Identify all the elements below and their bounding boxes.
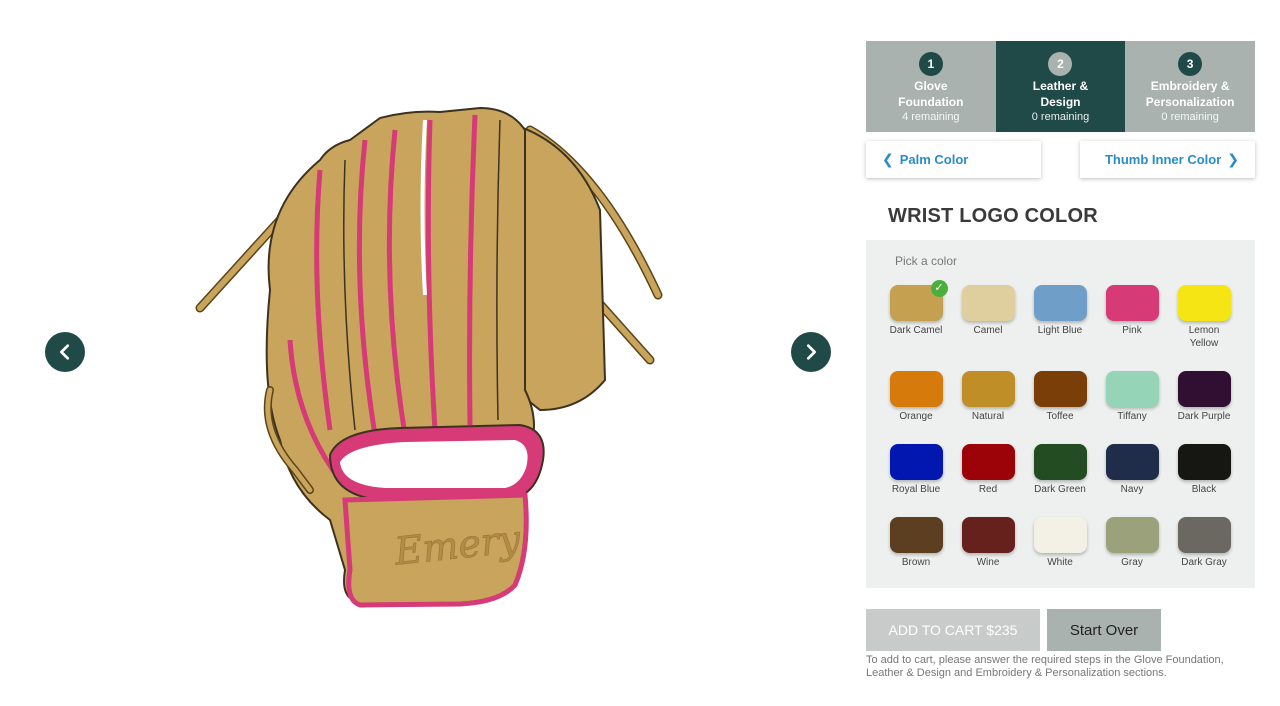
color-chip bbox=[889, 371, 943, 407]
checkmark-icon: ✓ bbox=[930, 280, 948, 297]
color-name: Dark Green bbox=[1034, 484, 1086, 495]
step-title-line1: Leather & bbox=[1032, 79, 1089, 93]
section-title: WRIST LOGO COLOR bbox=[888, 205, 1098, 227]
color-swatch[interactable]: Pink bbox=[1096, 285, 1168, 371]
color-swatch[interactable]: Black bbox=[1168, 444, 1240, 517]
color-chip bbox=[961, 285, 1015, 321]
color-chip bbox=[1033, 517, 1087, 553]
option-subnav: ❮ Palm Color Thumb Inner Color ❯ bbox=[866, 141, 1255, 178]
color-name: Brown bbox=[901, 557, 931, 568]
color-chip bbox=[1177, 285, 1231, 321]
color-swatch[interactable]: Dark Gray bbox=[1168, 517, 1240, 590]
customizer-panel: 1 Glove Foundation 4 remaining 2 Leather… bbox=[866, 41, 1255, 680]
step-title-line2: Design bbox=[1040, 95, 1081, 109]
color-name: Orange bbox=[899, 411, 933, 422]
tab-glove-foundation[interactable]: 1 Glove Foundation 4 remaining bbox=[866, 41, 996, 132]
color-name: Red bbox=[978, 484, 998, 495]
color-swatch[interactable]: Red bbox=[952, 444, 1024, 517]
color-name: Navy bbox=[1120, 484, 1144, 495]
color-swatch[interactable]: ✓ Dark Camel bbox=[880, 280, 952, 371]
color-name: Royal Blue bbox=[891, 484, 941, 495]
color-name: Natural bbox=[971, 411, 1005, 422]
step-title-line2: Foundation bbox=[898, 95, 964, 109]
color-chip bbox=[1033, 285, 1087, 321]
color-chip bbox=[961, 371, 1015, 407]
chevron-left-icon bbox=[60, 344, 70, 360]
color-chip bbox=[1105, 285, 1159, 321]
step-number: 2 bbox=[1048, 52, 1073, 76]
chevron-right-icon bbox=[806, 344, 816, 360]
color-chip bbox=[1177, 371, 1231, 407]
color-chip bbox=[961, 517, 1015, 553]
step-title-line1: Glove bbox=[914, 79, 948, 93]
add-to-cart-button[interactable]: ADD TO CART $235 bbox=[866, 609, 1040, 651]
step-remaining: 0 remaining bbox=[1031, 111, 1090, 123]
prev-view-button[interactable] bbox=[45, 332, 85, 372]
color-swatch[interactable]: Wine bbox=[952, 517, 1024, 590]
glove-viewer: Emery bbox=[0, 0, 856, 706]
tab-leather-design[interactable]: 2 Leather & Design 0 remaining bbox=[995, 41, 1126, 132]
next-option-label: Thumb Inner Color bbox=[1104, 152, 1222, 167]
color-name: Light Blue bbox=[1037, 325, 1083, 336]
prev-option-button[interactable]: ❮ Palm Color bbox=[866, 141, 1041, 178]
color-name: White bbox=[1047, 557, 1073, 568]
color-chip bbox=[1033, 444, 1087, 480]
color-name: Tiffany bbox=[1117, 411, 1147, 422]
color-name: Camel bbox=[973, 325, 1003, 336]
color-swatch[interactable]: Light Blue bbox=[1024, 285, 1096, 371]
step-title-line2: Personalization bbox=[1145, 95, 1235, 109]
color-chip bbox=[889, 517, 943, 553]
color-swatch[interactable]: Tiffany bbox=[1096, 371, 1168, 444]
color-swatch[interactable]: Natural bbox=[952, 371, 1024, 444]
next-view-button[interactable] bbox=[791, 332, 831, 372]
next-option-button[interactable]: Thumb Inner Color ❯ bbox=[1080, 141, 1255, 178]
color-name: Dark Purple bbox=[1177, 411, 1231, 422]
start-over-button[interactable]: Start Over bbox=[1047, 609, 1161, 651]
color-picker: Pick a color ✓ Dark Camel Camel Light Blue P… bbox=[866, 240, 1255, 588]
step-remaining: 4 remaining bbox=[902, 111, 960, 123]
color-name: Pink bbox=[1122, 325, 1142, 336]
step-tabs: 1 Glove Foundation 4 remaining 2 Leather… bbox=[866, 41, 1255, 132]
color-name: Dark Camel bbox=[889, 325, 943, 336]
color-chip bbox=[1105, 371, 1159, 407]
color-swatch[interactable]: Dark Green bbox=[1024, 444, 1096, 517]
color-name: Dark Gray bbox=[1181, 557, 1227, 568]
chevron-right-icon: ❯ bbox=[1227, 151, 1239, 167]
step-remaining: 0 remaining bbox=[1161, 111, 1219, 123]
color-swatch[interactable]: Camel bbox=[952, 285, 1024, 371]
step-number: 3 bbox=[1178, 52, 1203, 76]
color-swatch[interactable]: Brown bbox=[880, 517, 952, 590]
color-swatch[interactable]: Dark Purple bbox=[1168, 371, 1240, 444]
color-chip bbox=[1105, 517, 1159, 553]
color-name: Toffee bbox=[1046, 411, 1074, 422]
color-swatch[interactable]: Toffee bbox=[1024, 371, 1096, 444]
color-chip bbox=[889, 444, 943, 480]
glove-image: Emery bbox=[180, 90, 680, 620]
step-title-line1: Embroidery & bbox=[1150, 79, 1230, 93]
color-swatch-grid: ✓ Dark Camel Camel Light Blue Pink Lemon Yell… bbox=[880, 280, 1255, 590]
color-swatch[interactable]: Gray bbox=[1096, 517, 1168, 590]
color-chip bbox=[1033, 371, 1087, 407]
step-number: 1 bbox=[918, 52, 943, 76]
color-swatch[interactable]: Royal Blue bbox=[880, 444, 952, 517]
prev-option-label: Palm Color bbox=[899, 152, 969, 167]
color-chip bbox=[1177, 517, 1231, 553]
pick-color-label: Pick a color bbox=[895, 254, 958, 268]
color-name: Black bbox=[1191, 484, 1217, 495]
color-swatch[interactable]: Orange bbox=[880, 371, 952, 444]
cart-actions: ADD TO CART $235 Start Over bbox=[866, 609, 1255, 651]
color-swatch[interactable]: Navy bbox=[1096, 444, 1168, 517]
tab-embroidery-personalization[interactable]: 3 Embroidery & Personalization 0 remaini… bbox=[1125, 41, 1255, 132]
color-name: Wine bbox=[976, 557, 1000, 568]
color-chip bbox=[1177, 444, 1231, 480]
color-chip: ✓ bbox=[889, 280, 948, 321]
color-chip bbox=[961, 444, 1015, 480]
color-swatch[interactable]: Lemon Yellow bbox=[1168, 285, 1240, 371]
color-chip bbox=[1105, 444, 1159, 480]
color-swatch[interactable]: White bbox=[1024, 517, 1096, 590]
chevron-left-icon: ❮ bbox=[882, 151, 894, 167]
color-name: Lemon Yellow bbox=[1188, 325, 1220, 349]
cart-note: To add to cart, please answer the requir… bbox=[866, 654, 1224, 679]
color-name: Gray bbox=[1121, 557, 1143, 568]
